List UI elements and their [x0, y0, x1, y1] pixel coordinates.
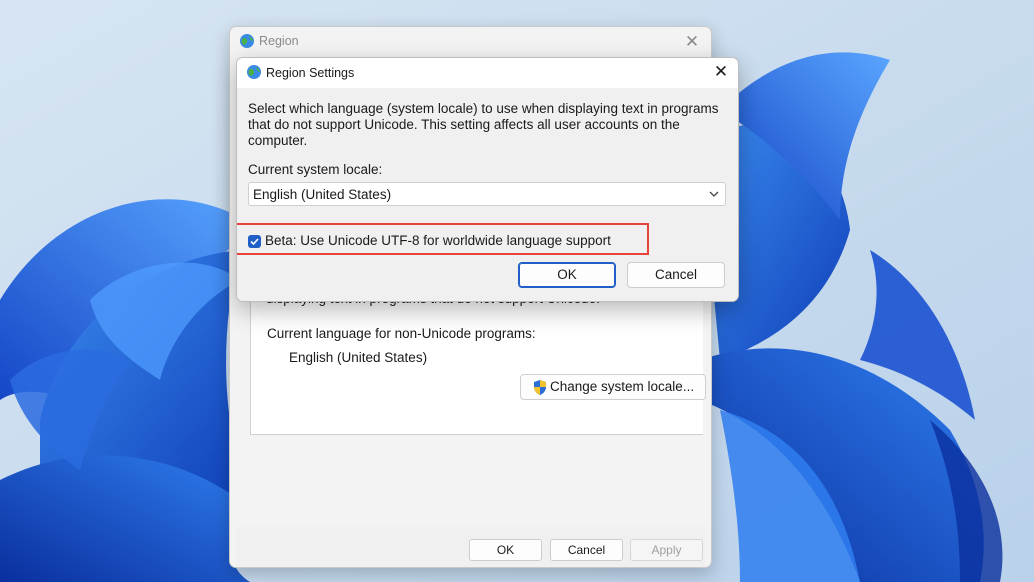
- region-settings-titlebar[interactable]: Region Settings ✕: [237, 58, 738, 88]
- system-locale-dropdown[interactable]: English (United States): [248, 182, 726, 206]
- region-cancel-button[interactable]: Cancel: [550, 539, 623, 561]
- non-unicode-label: Current language for non-Unicode program…: [267, 326, 536, 341]
- system-locale-value: English (United States): [253, 187, 392, 202]
- utf8-checkbox[interactable]: [248, 235, 261, 248]
- chevron-down-icon: [708, 187, 720, 199]
- current-locale-label: Current system locale:: [248, 162, 383, 177]
- cancel-button[interactable]: Cancel: [627, 262, 725, 288]
- region-settings-dialog[interactable]: Region Settings ✕ Select which language …: [236, 57, 739, 302]
- region-close-button[interactable]: ✕: [681, 31, 703, 53]
- region-ok-button[interactable]: OK: [469, 539, 542, 561]
- region-window-title: Region: [259, 34, 299, 48]
- uac-shield-icon: [532, 379, 548, 396]
- utf8-checkbox-label[interactable]: Beta: Use Unicode UTF-8 for worldwide la…: [265, 233, 611, 248]
- region-settings-close-button[interactable]: ✕: [710, 61, 732, 83]
- region-footer: OK Cancel Apply: [236, 527, 705, 567]
- change-system-locale-button[interactable]: Change system locale...: [520, 374, 706, 400]
- region-titlebar[interactable]: Region ✕: [230, 27, 711, 57]
- globe-icon: [246, 64, 262, 80]
- globe-icon: [239, 33, 255, 49]
- region-admin-panel: [250, 297, 703, 435]
- region-settings-title: Region Settings: [266, 66, 355, 80]
- ok-button[interactable]: OK: [518, 262, 616, 288]
- region-settings-body: Select which language (system locale) to…: [237, 88, 738, 301]
- region-apply-button[interactable]: Apply: [630, 539, 703, 561]
- checkmark-icon: [250, 238, 259, 246]
- locale-description: Select which language (system locale) to…: [248, 101, 719, 148]
- non-unicode-value: English (United States): [289, 350, 428, 365]
- change-system-locale-label: Change system locale...: [550, 379, 695, 394]
